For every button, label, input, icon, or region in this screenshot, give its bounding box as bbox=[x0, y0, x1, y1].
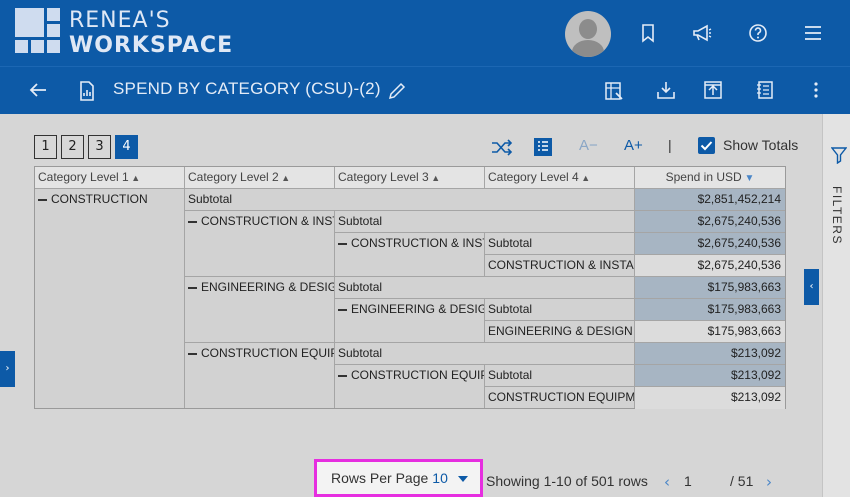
table-cell-spend: $175,983,663 bbox=[635, 299, 785, 321]
grid-line bbox=[485, 386, 785, 387]
grid-line bbox=[484, 233, 485, 277]
table-cell-spend: $213,092 bbox=[635, 343, 785, 365]
grid-line bbox=[335, 298, 785, 299]
show-totals-label[interactable]: Show Totals bbox=[723, 137, 798, 153]
column-header-level4[interactable]: Category Level 4 bbox=[485, 167, 635, 189]
left-panel-toggle[interactable]: › bbox=[0, 351, 15, 387]
total-pages-text: / 51 bbox=[730, 473, 754, 489]
table-cell-spend: $213,092 bbox=[635, 365, 785, 387]
table-cell-level2[interactable]: CONSTRUCTION & INSTALLATION bbox=[185, 211, 335, 233]
level-button-4[interactable]: 4 bbox=[115, 135, 138, 159]
table-cell-level3[interactable]: CONSTRUCTION EQUIPMENT bbox=[335, 365, 485, 387]
current-page-input[interactable]: 1 bbox=[684, 473, 692, 489]
table-cell-spend: $2,675,240,536 bbox=[635, 255, 785, 277]
document-list-icon[interactable] bbox=[754, 79, 776, 101]
shuffle-icon[interactable] bbox=[490, 137, 514, 157]
brand-line-2: WORKSPACE bbox=[69, 33, 234, 58]
report-toolbar: SPEND BY CATEGORY (CSU)-(2) bbox=[0, 66, 850, 114]
table-cell-spend: $213,092 bbox=[635, 387, 785, 409]
table-cell-subtotal: Subtotal bbox=[488, 302, 533, 316]
font-decrease-button[interactable]: A− bbox=[579, 137, 598, 157]
table-cell-level4: CONSTRUCTION & INSTALLATION bbox=[488, 258, 635, 272]
table-cell-spend: $2,675,240,536 bbox=[635, 211, 785, 233]
pivot-table: Category Level 1 Category Level 2 Catego… bbox=[34, 166, 786, 409]
download-icon[interactable] bbox=[655, 79, 677, 101]
chevron-left-icon: ‹ bbox=[809, 281, 814, 292]
table-cell-level4: ENGINEERING & DESIGN bbox=[488, 324, 633, 338]
edit-pencil-icon[interactable] bbox=[386, 80, 408, 102]
grid-line bbox=[335, 364, 785, 365]
table-cell-subtotal: Subtotal bbox=[338, 214, 383, 228]
grid-line bbox=[185, 210, 785, 211]
megaphone-icon[interactable] bbox=[691, 22, 713, 44]
table-cell-level4: CONSTRUCTION EQUIPMENT bbox=[488, 390, 635, 404]
table-cell-level2[interactable]: CONSTRUCTION EQUIPMENT bbox=[185, 343, 335, 365]
rows-per-page-label: Rows Per Page bbox=[331, 470, 429, 486]
column-header-level3[interactable]: Category Level 3 bbox=[335, 167, 485, 189]
table-cell-level3[interactable]: ENGINEERING & DESIGN bbox=[335, 299, 485, 321]
app-header: RENEA'S WORKSPACE bbox=[0, 0, 850, 66]
column-header-spend[interactable]: Spend in USD bbox=[635, 167, 785, 189]
grid-line bbox=[185, 276, 785, 277]
table-cell-level1[interactable]: CONSTRUCTION bbox=[35, 189, 185, 211]
help-icon[interactable] bbox=[747, 22, 769, 44]
chevron-right-icon: › bbox=[5, 363, 10, 374]
user-avatar[interactable] bbox=[565, 11, 611, 57]
brand-line-1: RENEA'S bbox=[69, 8, 171, 33]
filter-funnel-icon[interactable] bbox=[831, 146, 847, 164]
table-cell-subtotal: Subtotal bbox=[188, 192, 233, 206]
back-arrow-icon[interactable] bbox=[27, 79, 49, 101]
pivot-grid-icon[interactable] bbox=[533, 137, 553, 157]
table-cell-spend: $175,983,663 bbox=[635, 321, 785, 343]
export-grid-icon[interactable] bbox=[603, 80, 625, 102]
rows-per-page-select[interactable]: Rows Per Page 10 bbox=[314, 459, 483, 497]
toolbar-separator: | bbox=[668, 137, 672, 153]
show-totals-checkbox[interactable] bbox=[698, 137, 715, 154]
font-increase-button[interactable]: A+ bbox=[624, 137, 643, 157]
table-cell-subtotal: Subtotal bbox=[488, 368, 533, 382]
column-header-level1[interactable]: Category Level 1 bbox=[35, 167, 185, 189]
previous-page-icon[interactable]: ‹ bbox=[664, 473, 670, 491]
table-cell-spend: $175,983,663 bbox=[635, 277, 785, 299]
level-button-1[interactable]: 1 bbox=[34, 135, 57, 159]
table-cell-level2[interactable]: ENGINEERING & DESIGN bbox=[185, 277, 335, 299]
workspace-logo-icon bbox=[15, 8, 60, 53]
table-cell-level3[interactable]: CONSTRUCTION & INSTALLATION bbox=[335, 233, 485, 255]
table-cell-subtotal: Subtotal bbox=[488, 236, 533, 250]
next-page-icon[interactable]: › bbox=[766, 473, 772, 491]
level-button-3[interactable]: 3 bbox=[88, 135, 111, 159]
grid-line bbox=[35, 188, 785, 189]
right-panel-toggle[interactable]: ‹ bbox=[804, 269, 819, 305]
table-cell-subtotal: Subtotal bbox=[338, 280, 383, 294]
grid-line bbox=[485, 320, 785, 321]
grid-line bbox=[335, 232, 785, 233]
upload-icon[interactable] bbox=[702, 79, 724, 101]
hamburger-menu-icon[interactable] bbox=[802, 22, 824, 44]
grid-line bbox=[634, 167, 635, 408]
bookmark-icon[interactable] bbox=[637, 22, 659, 44]
rows-count-text: Showing 1-10 of 501 rows bbox=[486, 473, 648, 489]
grid-line bbox=[184, 167, 185, 408]
report-title: SPEND BY CATEGORY (CSU)-(2) bbox=[113, 79, 381, 98]
checkmark-icon bbox=[700, 141, 713, 151]
grid-line bbox=[484, 167, 485, 189]
dropdown-caret-icon bbox=[458, 476, 468, 482]
table-cell-spend: $2,675,240,536 bbox=[635, 233, 785, 255]
grid-line bbox=[334, 211, 335, 408]
more-options-icon[interactable] bbox=[805, 79, 827, 101]
table-cell-subtotal: Subtotal bbox=[338, 346, 383, 360]
report-file-icon bbox=[80, 81, 94, 101]
column-header-level2[interactable]: Category Level 2 bbox=[185, 167, 335, 189]
grid-line bbox=[185, 342, 785, 343]
level-button-2[interactable]: 2 bbox=[61, 135, 84, 159]
rows-per-page-value: 10 bbox=[432, 470, 448, 486]
workspace-brand: RENEA'S WORKSPACE bbox=[69, 8, 233, 58]
filters-panel[interactable]: FILTERS bbox=[822, 114, 850, 497]
grid-line bbox=[485, 254, 785, 255]
grid-line bbox=[484, 299, 485, 343]
filters-label: FILTERS bbox=[830, 186, 844, 245]
table-cell-spend: $2,851,452,214 bbox=[635, 189, 785, 211]
grid-line bbox=[334, 167, 335, 189]
